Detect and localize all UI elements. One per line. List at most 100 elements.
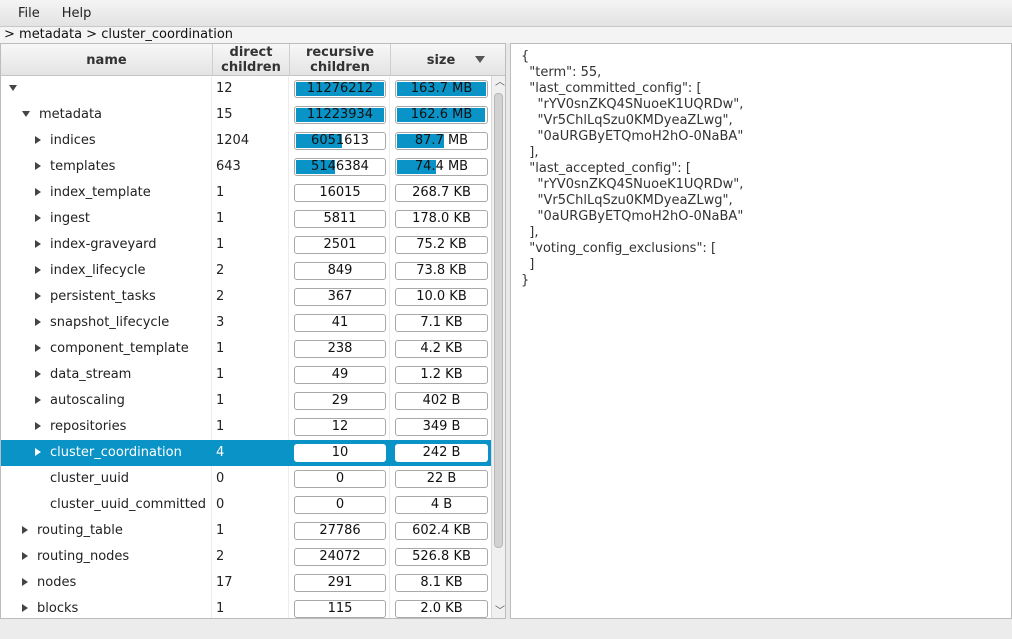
expand-triangle-icon[interactable]	[35, 447, 41, 456]
column-header-recursive-children[interactable]: recursive children	[290, 44, 391, 76]
expand-triangle-icon[interactable]	[35, 135, 41, 144]
scroll-up-icon[interactable]: ︿	[495, 78, 505, 88]
row-direct-children: 1	[213, 388, 289, 414]
row-recursive-children-bar-text: 16015	[319, 185, 361, 200]
row-name-cell: cluster_uuid_committed	[1, 492, 212, 518]
row-direct-children: 1	[213, 206, 289, 232]
table-row[interactable]: repositories 1 12 349 B	[1, 414, 491, 440]
table-row[interactable]: 12 11276212 163.7 MB	[1, 76, 491, 102]
scrollbar-thumb[interactable]	[494, 93, 503, 548]
column-header-direct-children[interactable]: direct children	[213, 44, 290, 76]
vertical-scrollbar[interactable]: ︿ ﹀	[491, 76, 505, 618]
row-size-bar-cell: 402 B	[391, 388, 491, 414]
table-row[interactable]: persistent_tasks 2 367 10.0 KB	[1, 284, 491, 310]
row-recursive-children-bar-text: 11276212	[306, 81, 374, 96]
table-row[interactable]: cluster_uuid 0 0 22 B	[1, 466, 491, 492]
menu-help[interactable]: Help	[53, 0, 101, 27]
table-row[interactable]: data_stream 1 49 1.2 KB	[1, 362, 491, 388]
table-row[interactable]: index-graveyard 1 2501 75.2 KB	[1, 232, 491, 258]
expand-triangle-icon[interactable]	[35, 395, 41, 404]
row-direct-children: 1	[213, 232, 289, 258]
table-row[interactable]: snapshot_lifecycle 3 41 7.1 KB	[1, 310, 491, 336]
row-size-bar-text: 8.1 KB	[420, 575, 463, 590]
row-name-label: snapshot_lifecycle	[50, 315, 170, 330]
row-size-bar-cell: 75.2 KB	[391, 232, 491, 258]
table-row[interactable]: index_lifecycle 2 849 73.8 KB	[1, 258, 491, 284]
expand-triangle-icon[interactable]	[22, 577, 28, 586]
row-recursive-children-bar: 29	[294, 392, 386, 410]
row-size-bar-cell: 178.0 KB	[391, 206, 491, 232]
row-direct-children: 2	[213, 258, 289, 284]
collapse-triangle-icon[interactable]	[22, 110, 30, 117]
row-name-cell: blocks	[1, 596, 212, 618]
row-name-cell: snapshot_lifecycle	[1, 310, 212, 336]
row-name-label: templates	[50, 159, 116, 174]
row-size-bar-cell: 526.8 KB	[391, 544, 491, 570]
table-row[interactable]: cluster_uuid_committed 0 0 4 B	[1, 492, 491, 518]
column-header-size[interactable]: size	[391, 44, 491, 76]
row-name-label: data_stream	[50, 367, 132, 382]
row-direct-children: 4	[213, 440, 289, 466]
row-recursive-children-bar-text: 12	[331, 419, 349, 434]
row-size-bar-text: 402 B	[422, 393, 461, 408]
row-size-bar-cell: 268.7 KB	[391, 180, 491, 206]
row-name-label: routing_nodes	[37, 549, 130, 564]
json-line: "0aURGByETQmoH2hO-0NaBA"	[521, 129, 744, 144]
expand-triangle-icon[interactable]	[35, 239, 41, 248]
row-size-bar: 349 B	[395, 418, 488, 436]
row-size-bar-cell: 2.0 KB	[391, 596, 491, 618]
expand-triangle-icon[interactable]	[35, 161, 41, 170]
row-size-bar-cell: 10.0 KB	[391, 284, 491, 310]
table-row[interactable]: autoscaling 1 29 402 B	[1, 388, 491, 414]
row-name-cell: index_template	[1, 180, 212, 206]
scroll-down-icon[interactable]: ﹀	[495, 607, 505, 617]
expand-triangle-icon[interactable]	[35, 369, 41, 378]
expand-triangle-icon[interactable]	[22, 551, 28, 560]
expand-triangle-icon[interactable]	[35, 187, 41, 196]
row-recursive-children-bar-cell: 367	[290, 284, 390, 310]
row-name-label: persistent_tasks	[50, 289, 156, 304]
row-direct-children: 2	[213, 284, 289, 310]
table-row[interactable]: templates 643 5146384 74.4 MB	[1, 154, 491, 180]
table-row[interactable]: indices 1204 6051613 87.7 MB	[1, 128, 491, 154]
expand-triangle-icon[interactable]	[35, 291, 41, 300]
expand-triangle-icon[interactable]	[22, 525, 28, 534]
table-row[interactable]: metadata 15 11223934 162.6 MB	[1, 102, 491, 128]
table-row[interactable]: blocks 1 115 2.0 KB	[1, 596, 491, 618]
row-name-cell: component_template	[1, 336, 212, 362]
table-row[interactable]: cluster_coordination 4 10 242 B	[1, 440, 491, 466]
row-size-bar: 268.7 KB	[395, 184, 488, 202]
expand-triangle-icon[interactable]	[35, 213, 41, 222]
json-viewer: { "term": 55, "last_committed_config": […	[510, 43, 1012, 619]
tree-table: name direct children recursive children …	[0, 43, 506, 619]
row-recursive-children-bar-text: 0	[335, 471, 345, 486]
row-recursive-children-bar-cell: 5146384	[290, 154, 390, 180]
column-header-name[interactable]: name	[1, 44, 213, 76]
expand-triangle-icon[interactable]	[35, 421, 41, 430]
collapse-triangle-icon[interactable]	[9, 84, 17, 91]
expand-triangle-icon[interactable]	[35, 317, 41, 326]
row-direct-children: 1	[213, 518, 289, 544]
row-size-bar-text: 268.7 KB	[412, 185, 471, 200]
expand-triangle-icon[interactable]	[22, 603, 28, 612]
table-row[interactable]: nodes 17 291 8.1 KB	[1, 570, 491, 596]
expand-triangle-icon[interactable]	[35, 265, 41, 274]
table-row[interactable]: index_template 1 16015 268.7 KB	[1, 180, 491, 206]
row-size-bar-text: 74.4 MB	[414, 159, 469, 174]
table-row[interactable]: routing_nodes 2 24072 526.8 KB	[1, 544, 491, 570]
expand-triangle-icon[interactable]	[35, 343, 41, 352]
json-line: "last_committed_config": [	[521, 81, 702, 96]
row-recursive-children-bar-text: 115	[327, 601, 353, 616]
row-name-label: nodes	[37, 575, 77, 590]
row-size-bar-text: 163.7 MB	[410, 81, 473, 96]
table-row[interactable]: routing_table 1 27786 602.4 KB	[1, 518, 491, 544]
row-name-cell: index-graveyard	[1, 232, 212, 258]
row-recursive-children-bar-text: 41	[331, 315, 349, 330]
menu-file[interactable]: File	[9, 0, 49, 27]
table-row[interactable]: component_template 1 238 4.2 KB	[1, 336, 491, 362]
row-recursive-children-bar-text: 291	[327, 575, 353, 590]
table-row[interactable]: ingest 1 5811 178.0 KB	[1, 206, 491, 232]
row-name-label: ingest	[50, 211, 90, 226]
row-recursive-children-bar: 11223934	[294, 106, 386, 124]
row-recursive-children-bar-cell: 2501	[290, 232, 390, 258]
